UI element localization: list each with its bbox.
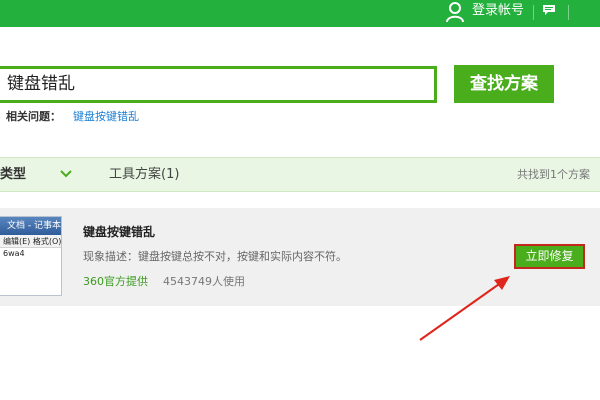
- fix-now-button[interactable]: 立即修复: [514, 244, 585, 269]
- chat-icon[interactable]: [542, 4, 556, 16]
- thumbnail-text: 6wa4: [3, 249, 25, 258]
- filter-tabs: 问题类型 工具方案(1) 共找到1个方案: [0, 157, 600, 192]
- results-count: 共找到1个方案: [517, 168, 590, 181]
- chevron-down-icon[interactable]: [60, 170, 72, 178]
- login-link[interactable]: 登录帐号: [472, 3, 524, 19]
- tab-problem-type[interactable]: 问题类型: [0, 166, 26, 183]
- result-source: 360官方提供: [83, 275, 148, 288]
- related-link[interactable]: 键盘按键错乱: [73, 110, 139, 124]
- search-box: [0, 66, 437, 103]
- search-input[interactable]: [7, 69, 427, 100]
- thumbnail-title: 文档 - 记事本: [0, 217, 61, 235]
- search-button[interactable]: 查找方案: [454, 65, 554, 103]
- result-thumbnail: 文档 - 记事本 编辑(E) 格式(O) 6wa4: [0, 216, 62, 296]
- related-questions: 相关问题： 键盘按键错乱: [6, 110, 139, 124]
- divider: [533, 5, 534, 20]
- result-usage-count: 4543749人使用: [163, 275, 245, 288]
- divider: [568, 5, 569, 20]
- related-label: 相关问题：: [6, 110, 61, 123]
- thumbnail-menu: 编辑(E) 格式(O): [0, 235, 61, 248]
- user-icon[interactable]: [445, 1, 465, 23]
- top-bar: 登录帐号: [0, 0, 600, 27]
- annotation-arrow: [419, 276, 510, 341]
- result-description: 现象描述：键盘按键总按不对，按键和实际内容不符。: [83, 250, 347, 263]
- tab-tool-solutions[interactable]: 工具方案(1): [109, 166, 179, 183]
- result-title[interactable]: 键盘按键错乱: [83, 225, 155, 240]
